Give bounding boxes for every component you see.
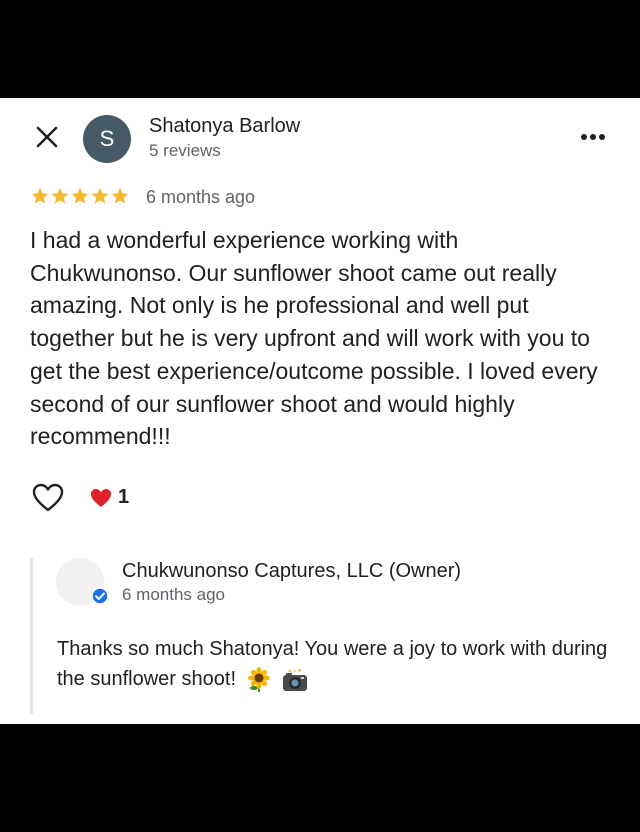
reply-text-body: Thanks so much Shatonya! You were a joy … bbox=[57, 638, 608, 690]
reply-text: Thanks so much Shatonya! You were a joy … bbox=[57, 634, 617, 694]
star-icon bbox=[31, 187, 49, 204]
camera-flash-icon bbox=[283, 667, 308, 691]
sunflower-icon bbox=[247, 666, 270, 692]
red-heart-icon bbox=[91, 488, 111, 507]
star-rating bbox=[30, 186, 130, 206]
owner-name[interactable]: Chukwunonso Captures, LLC (Owner) bbox=[122, 560, 461, 583]
reaction-count: 1 bbox=[118, 486, 130, 508]
reaction-summary[interactable]: 1 bbox=[90, 486, 129, 509]
reviewer-review-count: 5 reviews bbox=[149, 141, 221, 160]
close-icon[interactable] bbox=[34, 124, 62, 152]
reviewer-name[interactable]: Shatonya Barlow bbox=[149, 115, 300, 138]
star-icon bbox=[51, 187, 69, 204]
heart-outline-icon[interactable] bbox=[32, 483, 64, 513]
star-icon bbox=[91, 187, 109, 204]
reply-age: 6 months ago bbox=[122, 585, 226, 604]
review-age: 6 months ago bbox=[146, 187, 256, 207]
reviewer-initial: S bbox=[99, 126, 115, 151]
more-options-icon[interactable] bbox=[578, 130, 608, 144]
star-icon bbox=[111, 187, 129, 204]
star-icon bbox=[71, 187, 89, 204]
review-text: I had a wonderful experience working wit… bbox=[30, 227, 598, 450]
reviewer-avatar[interactable]: S bbox=[83, 115, 131, 163]
verified-badge-icon bbox=[91, 587, 109, 605]
reply-divider bbox=[30, 558, 33, 714]
